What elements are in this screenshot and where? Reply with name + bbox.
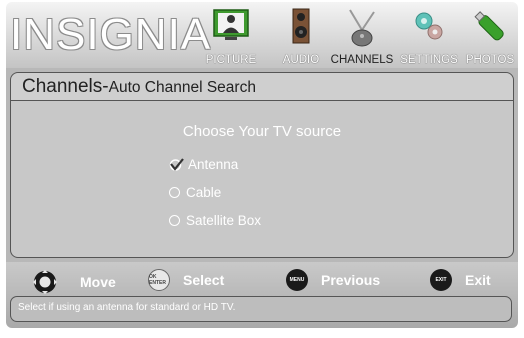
- source-prompt: Choose Your TV source: [182, 123, 342, 140]
- menu-item-channels[interactable]: CHANNELS: [328, 2, 396, 68]
- menu-label-audio: AUDIO: [282, 54, 320, 66]
- hint-move: Move: [32, 269, 116, 295]
- usb-stick-icon: [474, 11, 504, 41]
- auto-channel-search-dialog: Channels-Auto Channel Search Choose Your…: [10, 72, 514, 258]
- menu-label-channels: CHANNELS: [330, 54, 394, 66]
- hint-previous: MENU Previous: [286, 269, 380, 291]
- exit-button-icon: EXIT: [430, 269, 452, 291]
- menu-item-settings[interactable]: SETTINGS: [398, 2, 460, 68]
- page-title-main: Channels-: [22, 76, 109, 97]
- option-cable[interactable]: Cable: [169, 185, 221, 200]
- menu-label-photos: PHOTOS: [465, 54, 515, 66]
- hint-label-previous: Previous: [321, 272, 381, 288]
- dpad-icon: [33, 270, 57, 294]
- menu-item-photos[interactable]: PHOTOS: [462, 2, 518, 68]
- hint-select: OK ENTER Select: [148, 269, 224, 291]
- control-hint-bar: Move OK ENTER Select MENU Previous EXIT …: [6, 262, 518, 328]
- speaker-icon: [292, 8, 310, 44]
- option-label-satellite-box: Satellite Box: [186, 213, 262, 228]
- radio-icon: [169, 215, 180, 226]
- hint-label-move: Move: [80, 274, 116, 290]
- hint-label-select: Select: [183, 272, 225, 288]
- page-title: Channels-Auto Channel Search: [22, 76, 256, 98]
- menu-label-settings: SETTINGS: [400, 54, 458, 66]
- main-panel: Channels-Auto Channel Search Choose Your…: [6, 68, 518, 262]
- hint-exit: EXIT Exit: [430, 269, 491, 291]
- page-subtitle: Auto Channel Search: [108, 79, 256, 96]
- ok-enter-icon: OK ENTER: [148, 269, 170, 291]
- help-text: Select if using an antenna for standard …: [18, 302, 236, 313]
- menu-item-audio[interactable]: AUDIO: [276, 2, 326, 68]
- antenna-icon: [349, 9, 375, 47]
- option-label-antenna: Antenna: [188, 157, 239, 172]
- brand-logo: INSIGNIA: [10, 10, 212, 59]
- page-title-bar: Channels-Auto Channel Search: [11, 73, 513, 101]
- gears-icon: [415, 12, 443, 40]
- menu-button-icon: MENU: [286, 269, 308, 291]
- top-menu-bar: INSIGNIA PICTURE AUDIO CHANNELS SETTINGS…: [6, 2, 518, 68]
- menu-label-picture: PICTURE: [205, 54, 257, 66]
- hint-label-exit: Exit: [465, 272, 491, 288]
- option-satellite-box[interactable]: Satellite Box: [169, 213, 261, 228]
- checkmark-icon: [169, 158, 184, 171]
- option-antenna[interactable]: Antenna: [169, 157, 238, 172]
- radio-icon: [169, 187, 180, 198]
- option-label-cable: Cable: [186, 185, 222, 200]
- help-text-box: Select if using an antenna for standard …: [10, 296, 512, 322]
- menu-item-picture[interactable]: PICTURE: [202, 2, 260, 68]
- tv-picture-icon: [213, 9, 249, 40]
